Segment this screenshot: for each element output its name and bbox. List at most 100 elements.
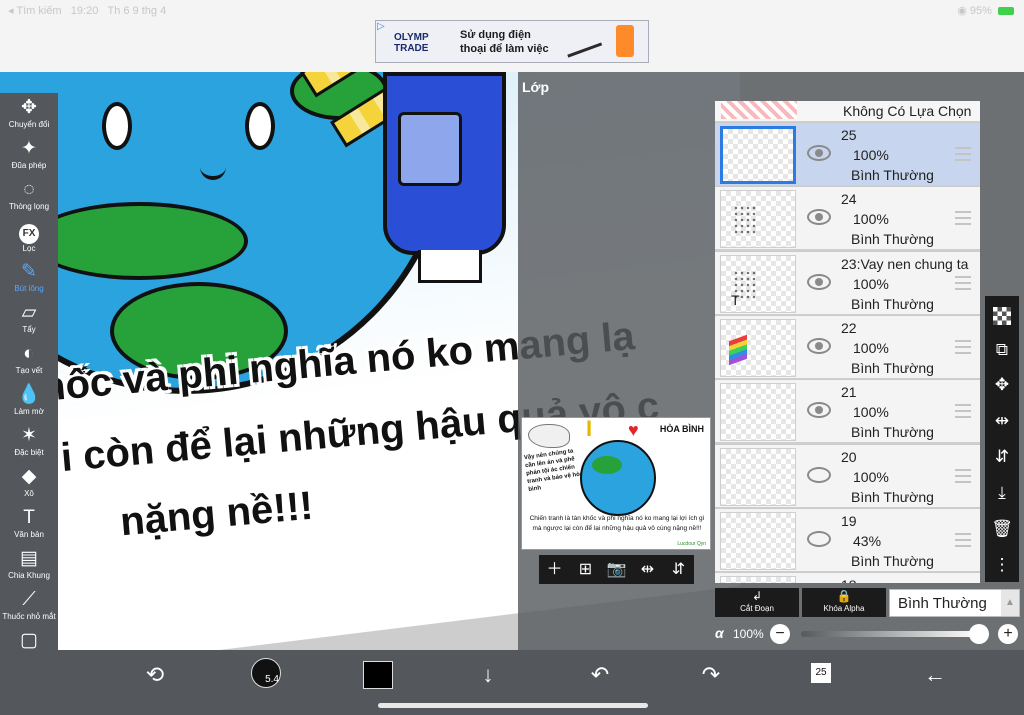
plus-icon: +	[1003, 625, 1013, 642]
blend-mode-value: Bình Thường	[898, 595, 987, 612]
layer-opacity: 100%	[853, 275, 889, 292]
layer-row[interactable]: 19 43% Bình Thường	[715, 507, 980, 571]
blend-mode-select[interactable]: Bình Thường ▲	[889, 589, 1020, 617]
alpha-lock-label: Khóa Alpha	[823, 604, 865, 613]
back-button[interactable]: ←	[918, 658, 952, 692]
layer-opacity: 43%	[853, 532, 882, 549]
delete-layer-button[interactable]: 🗑	[985, 512, 1019, 546]
visibility-eye-icon[interactable]	[807, 337, 831, 354]
dove-drawing	[528, 424, 570, 448]
layer-opacity: 100%	[853, 468, 889, 485]
checkerboard-layer-button[interactable]	[985, 298, 1019, 332]
redo-button[interactable]: ↷	[694, 658, 728, 692]
preview-slogan-text: Vậy nên chúng ta cần lên án và phê phán …	[523, 448, 584, 493]
alpha-symbol: α	[715, 625, 724, 641]
eraser-tool[interactable]: ▱ Tẩy	[0, 301, 58, 341]
layer-row[interactable]: T 23:Vay nen chung ta 100% Bình Thường	[715, 250, 980, 314]
tool-label: Thòng lọng	[8, 202, 50, 211]
brush-tool[interactable]: ✎ Bút lông	[0, 260, 58, 300]
visibility-eye-icon[interactable]	[807, 209, 831, 226]
drag-handle-icon[interactable]	[955, 468, 971, 483]
visibility-eye-icon[interactable]	[807, 402, 831, 419]
back-to-search-link[interactable]: ◂ Tìm kiếm	[8, 5, 62, 17]
drag-handle-icon[interactable]	[955, 532, 971, 547]
drag-handle-icon[interactable]	[955, 211, 971, 226]
opacity-decrease-button[interactable]: −	[770, 624, 790, 644]
move-layer-button[interactable]: ✥	[985, 368, 1019, 402]
ad-text: Sử dụng điện thoại để làm việc	[460, 28, 549, 56]
selection-thumbnail	[721, 101, 797, 119]
opacity-slider-knob[interactable]	[969, 624, 989, 644]
layer-opacity: 100%	[853, 211, 889, 228]
layer-row[interactable]: 25 100% Bình Thường	[715, 122, 980, 185]
canvas-preview-thumbnail[interactable]: I ♥ HÒA BÌNH Vậy nên chúng ta cần lên án…	[521, 417, 711, 550]
add-layer-duplicate-button[interactable]: ⊞	[570, 555, 601, 584]
ad-brand-logo: OLYMP TRADE	[394, 32, 429, 54]
color-swatch-button[interactable]	[363, 661, 393, 689]
clipping-button[interactable]: ↲ Cắt Đoạn	[715, 588, 799, 617]
opacity-slider[interactable]	[801, 631, 977, 637]
copy-transform-icon: ⧉	[995, 340, 1009, 359]
tool-label: Bút lông	[14, 284, 44, 293]
lock-icon: 🔒	[836, 589, 852, 603]
blur-tool[interactable]: 💧 Làm mờ	[0, 383, 58, 423]
no-selection-row[interactable]: Không Có Lựa Chọn	[715, 101, 980, 121]
home-indicator[interactable]	[378, 703, 648, 708]
frame-divider-tool[interactable]: ▤ Chia Khung	[0, 547, 58, 587]
flip-canvas-vertical-button[interactable]: ⇵	[663, 555, 694, 584]
layer-name: 24	[841, 191, 857, 208]
layer-row[interactable]: 20 100% Bình Thường	[715, 443, 980, 507]
layer-row[interactable]: 21 100% Bình Thường	[715, 379, 980, 443]
quick-menu-button[interactable]: ⟲	[138, 658, 172, 692]
wifi-icon: ◉	[957, 5, 967, 17]
undo-button[interactable]: ↶	[583, 658, 617, 692]
text-tool[interactable]: T Văn bản	[0, 506, 58, 546]
layers-button[interactable]: 25	[811, 663, 831, 683]
layer-name: 23:Vay nen chung ta	[841, 255, 969, 272]
visibility-eye-icon[interactable]	[807, 273, 831, 290]
battery-icon	[998, 7, 1014, 16]
opacity-increase-button[interactable]: +	[998, 624, 1018, 644]
layer-row[interactable]: 22 100% Bình Thường	[715, 314, 980, 378]
special-tool[interactable]: ✶ Đặc biệt	[0, 424, 58, 464]
layer-thumbnail: T	[720, 254, 796, 313]
ad-choices-icon[interactable]: ▷	[377, 21, 385, 32]
more-options-button[interactable]: ⋮	[985, 548, 1019, 582]
visibility-eye-icon[interactable]	[807, 530, 831, 547]
layer-row[interactable]: 18	[715, 572, 980, 583]
magic-wand-tool[interactable]: ✦ Đũa phép	[0, 137, 58, 177]
layer-thumbnail	[720, 190, 796, 249]
layer-row[interactable]: 24 100% Bình Thường	[715, 186, 980, 250]
opacity-value: 100%	[733, 627, 764, 641]
flip-horizontal-button[interactable]: ⇹	[985, 404, 1019, 438]
layer-list[interactable]: Không Có Lựa Chọn 25 100% Bình Thường 24 100…	[715, 101, 980, 583]
layer-opacity: 100%	[853, 339, 889, 356]
download-button[interactable]: ↓	[471, 658, 505, 692]
arrow-left-icon: ←	[924, 662, 946, 687]
merge-down-button[interactable]: ⤓	[985, 476, 1019, 510]
layer-copy-transform-button[interactable]: ⧉	[985, 333, 1019, 367]
drag-handle-icon[interactable]	[955, 404, 971, 419]
brush-size-button[interactable]: 5.4	[251, 658, 281, 688]
ad-banner[interactable]: ▷ OLYMP TRADE Sử dụng điện thoại để làm …	[375, 20, 649, 63]
bucket-tool[interactable]: ◆ Xô	[0, 465, 58, 505]
text-icon: T	[23, 507, 35, 528]
transform-tool[interactable]: ✥ Chuyển đổi	[0, 96, 58, 136]
eyedropper-tool[interactable]: ⟋ Thuốc nhỏ mắt	[0, 588, 58, 628]
visibility-eye-icon[interactable]	[807, 145, 831, 161]
drag-handle-icon[interactable]	[955, 339, 971, 354]
layer-actions-bar: ⧉ ✥ ⇹ ⇵ ⤓ 🗑 ⋮	[985, 296, 1019, 582]
flip-vertical-icon: ⇵	[994, 447, 1010, 466]
visibility-eye-icon[interactable]	[807, 466, 831, 483]
drag-handle-icon[interactable]	[955, 275, 971, 290]
import-photo-button[interactable]: 📷	[601, 555, 632, 584]
filter-tool[interactable]: FX Lọc	[0, 219, 58, 259]
lasso-tool[interactable]: ◌ Thòng lọng	[0, 178, 58, 218]
add-layer-button[interactable]: ＋	[539, 555, 570, 584]
status-date: Th 6 9 thg 4	[107, 5, 167, 17]
smudge-tool[interactable]: ◐ Tạo vết	[0, 342, 58, 382]
alpha-lock-button[interactable]: 🔒 Khóa Alpha	[802, 588, 886, 617]
flip-vertical-button[interactable]: ⇵	[985, 440, 1019, 474]
drag-handle-icon[interactable]	[955, 147, 971, 161]
flip-canvas-horizontal-button[interactable]: ⇹	[632, 555, 663, 584]
